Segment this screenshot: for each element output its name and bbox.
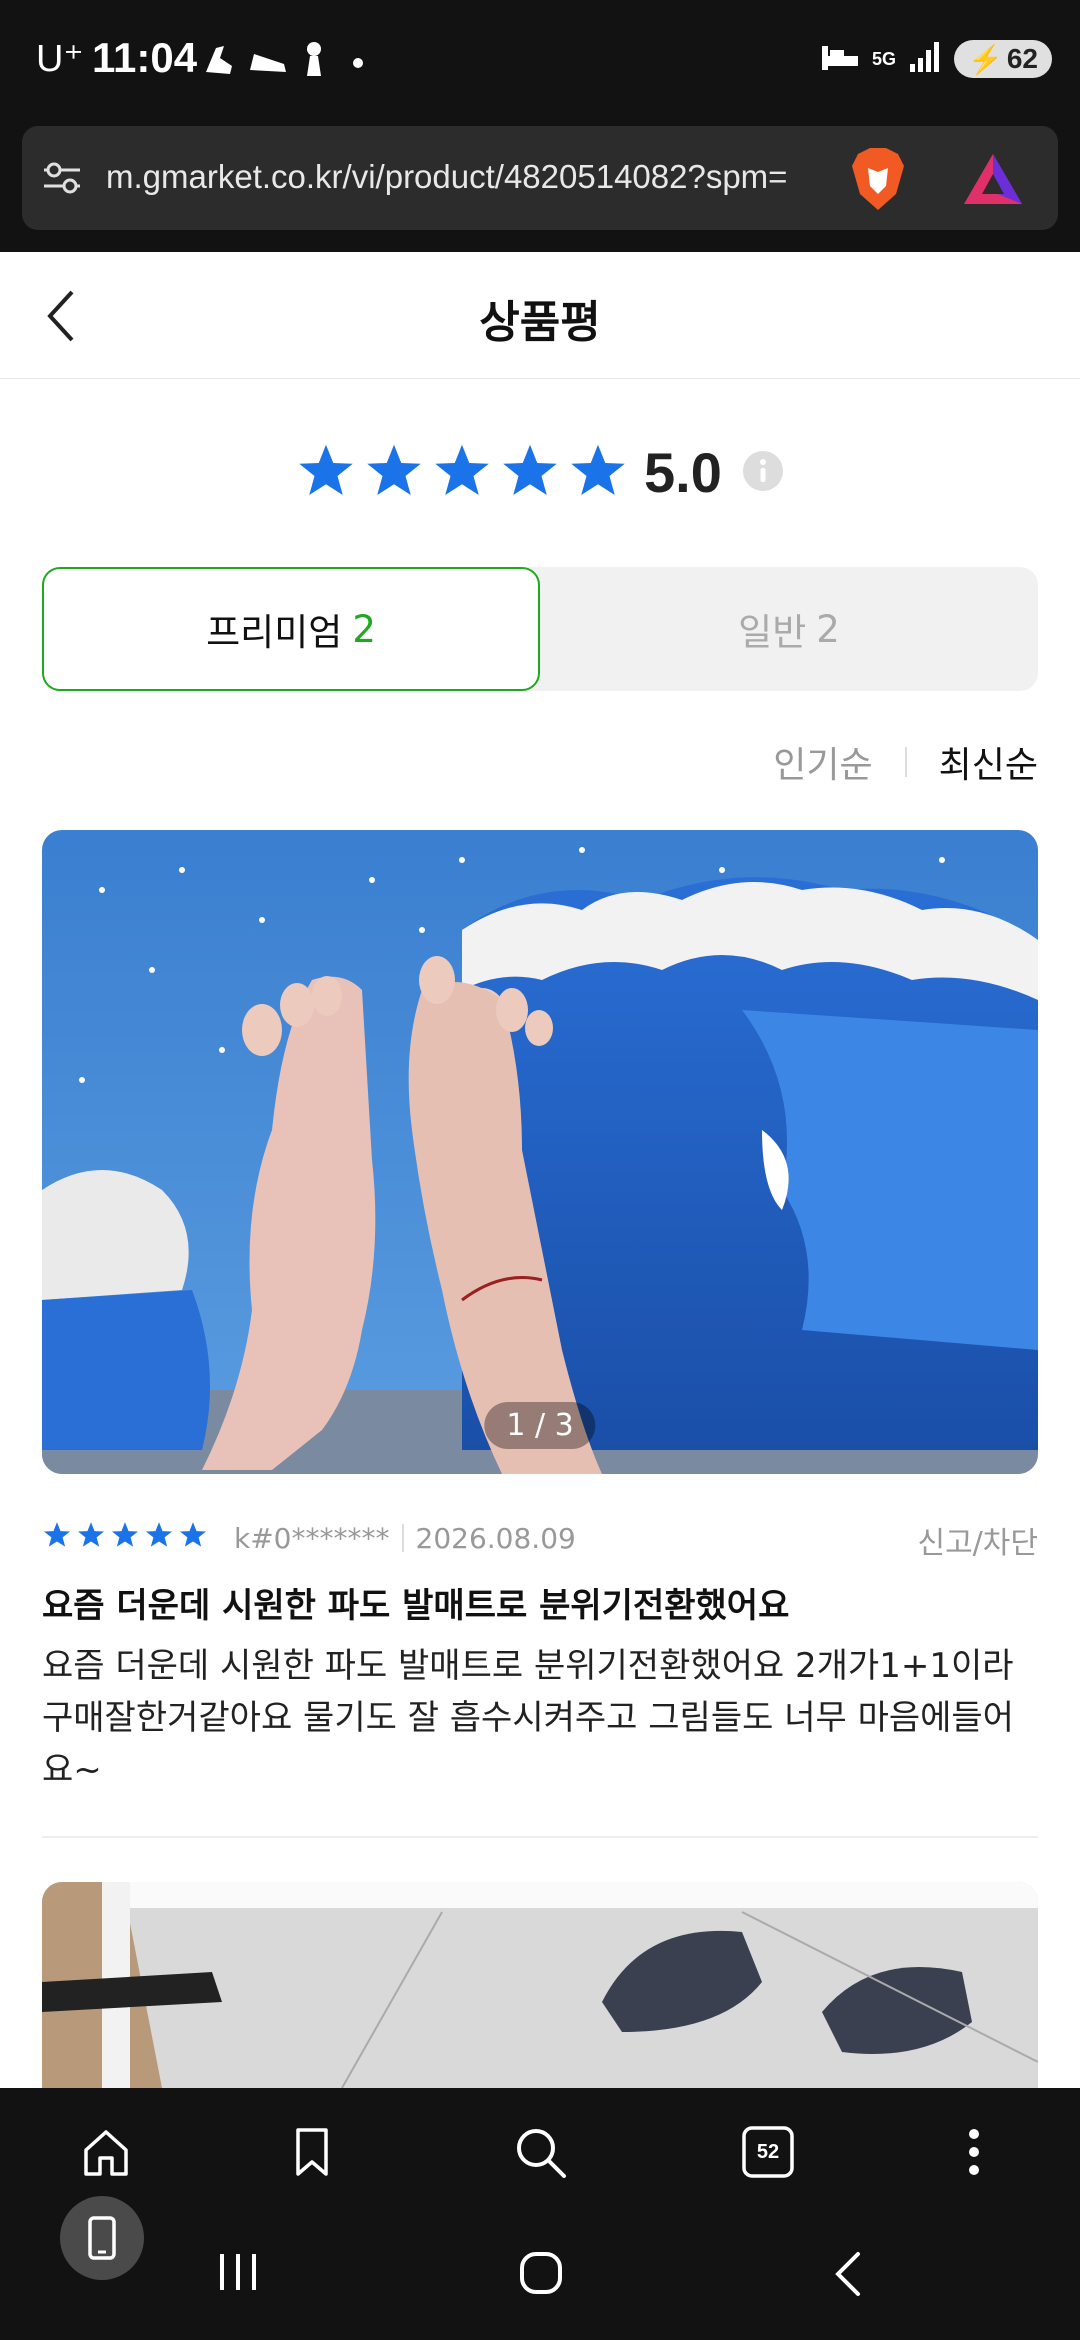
sort-divider [904, 747, 907, 777]
floating-phone-button[interactable] [60, 2196, 144, 2280]
sort-popular[interactable]: 인기순 [773, 736, 872, 788]
tab-premium-count: 2 [352, 607, 376, 651]
battery-indicator: ⚡ 62 [953, 40, 1052, 78]
sneaker-icon [248, 40, 288, 84]
recent-apps-icon[interactable] [216, 2252, 262, 2296]
review-photo-2[interactable] [42, 1882, 1038, 2088]
browser-bottom-nav: 52 [0, 2088, 1080, 2210]
info-icon[interactable] [742, 450, 792, 496]
star-icon [42, 1521, 76, 1556]
tab-count: 52 [756, 2140, 780, 2163]
chess-pawn-icon [300, 40, 328, 84]
reviewer-id: k#0******* [234, 1521, 390, 1555]
carrier-label: U⁺ [36, 38, 84, 80]
star-icon [76, 1521, 110, 1556]
home-circle-icon[interactable] [518, 2250, 564, 2300]
address-bar[interactable]: m.gmarket.co.kr/vi/product/4820514082?sp… [22, 126, 1058, 230]
wave-foot-mat-photo [42, 830, 1038, 1474]
running-shoe-icon [202, 40, 238, 84]
brave-shields-icon[interactable] [848, 146, 908, 216]
brave-rewards-icon[interactable] [962, 152, 1024, 210]
review-divider [42, 1836, 1038, 1838]
star-icon [110, 1521, 144, 1556]
tab-general[interactable]: 일반 2 [540, 567, 1038, 691]
rating-score: 5.0 [644, 441, 722, 504]
search-icon[interactable] [508, 2120, 572, 2184]
sleep-mode-icon [820, 40, 860, 78]
star-icon [432, 442, 500, 504]
url-text[interactable]: m.gmarket.co.kr/vi/product/4820514082?sp… [106, 158, 846, 196]
star-icon [296, 442, 364, 504]
meta-divider [401, 1524, 404, 1552]
tab-general-count: 2 [816, 607, 840, 651]
charging-bolt-icon: ⚡ [967, 43, 1003, 75]
slippers-photo [42, 1882, 1038, 2088]
network-5g-icon: 5G [871, 48, 896, 69]
battery-level: 62 [1006, 43, 1038, 74]
phone-icon [88, 2216, 116, 2260]
photo-counter: 1 / 3 [484, 1402, 596, 1449]
more-notifications-dot-icon [352, 54, 364, 73]
report-block-link[interactable]: 신고/차단 [917, 1518, 1038, 1562]
page-header: 상품평 [0, 252, 1080, 379]
browser-toolbar: m.gmarket.co.kr/vi/product/4820514082?sp… [0, 124, 1080, 252]
status-right: 5G ⚡ 62 [820, 40, 1052, 78]
tab-premium-label: 프리미엄 [206, 611, 343, 654]
system-navigation [0, 2210, 1080, 2340]
star-icon [144, 1521, 178, 1556]
review-type-tabs: 프리미엄 2 일반 2 [42, 567, 1038, 691]
star-icon [178, 1521, 212, 1556]
tabs-icon[interactable]: 52 [736, 2120, 800, 2184]
review-photo[interactable]: 1 / 3 [42, 830, 1038, 1474]
overall-rating: 5.0 [296, 440, 792, 505]
tab-premium[interactable]: 프리미엄 2 [42, 567, 540, 691]
star-icon [500, 442, 568, 504]
more-icon[interactable] [942, 2120, 1006, 2184]
review-body: 요즘 더운데 시원한 파도 발매트로 분위기전환했어요 2개가1+1이라 구매잘… [42, 1646, 1014, 1790]
clock: 11:04 [92, 34, 198, 81]
home-icon[interactable] [74, 2120, 138, 2184]
star-icon [568, 442, 636, 504]
sort-latest[interactable]: 최신순 [939, 736, 1038, 788]
page-title: 상품평 [479, 297, 601, 348]
review-meta: k#0******* 2026.08.09 신고/차단 [42, 1518, 1038, 1561]
tab-general-label: 일반 [738, 611, 807, 654]
bookmark-icon[interactable] [280, 2120, 344, 2184]
status-bar: U⁺ 11:04 5G ⚡ 62 [0, 0, 1080, 124]
signal-icon [908, 40, 942, 78]
sort-options: 인기순 최신순 [773, 736, 1038, 788]
site-settings-icon[interactable] [40, 156, 84, 204]
star-icon [364, 442, 432, 504]
review-stars [42, 1521, 212, 1556]
review-date: 2026.08.09 [415, 1521, 576, 1555]
review-title: 요즘 더운데 시원한 파도 발매트로 분위기전환했어요 [42, 1586, 790, 1626]
system-back-icon[interactable] [828, 2250, 868, 2302]
